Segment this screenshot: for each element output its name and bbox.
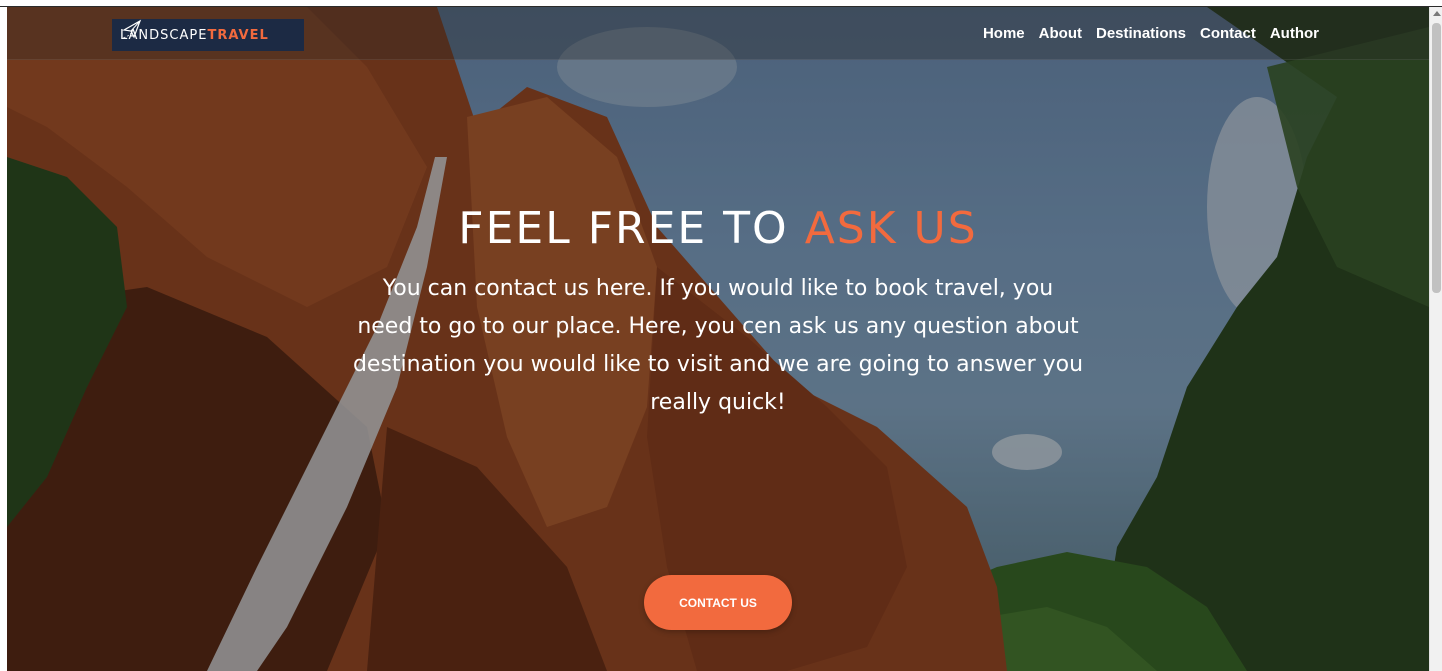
paper-plane-icon: [122, 19, 142, 39]
hero-section: LANDSCAPE TRAVEL Home About Destinations…: [7, 7, 1429, 671]
window-top-border: [0, 0, 1442, 7]
scroll-up-arrow-icon[interactable]: [1433, 11, 1441, 16]
nav-link-author[interactable]: Author: [1270, 25, 1319, 42]
main-nav: Home About Destinations Contact Author: [983, 25, 1319, 42]
hero-title-white: FEEL FREE TO: [458, 203, 789, 254]
page: LANDSCAPE TRAVEL Home About Destinations…: [0, 0, 1442, 671]
nav-link-about[interactable]: About: [1039, 25, 1082, 42]
hero-title-accent: ASK US: [804, 203, 978, 254]
scrollbar-thumb[interactable]: [1432, 23, 1441, 293]
hero-description: You can contact us here. If you would li…: [352, 276, 1084, 415]
scrollbar[interactable]: [1429, 7, 1442, 671]
logo-text-travel: TRAVEL: [207, 27, 269, 43]
contact-us-button[interactable]: CONTACT US: [644, 575, 792, 630]
nav-link-contact[interactable]: Contact: [1200, 25, 1256, 42]
nav-link-destinations[interactable]: Destinations: [1096, 25, 1186, 42]
site-logo[interactable]: LANDSCAPE TRAVEL: [112, 19, 304, 51]
nav-link-home[interactable]: Home: [983, 25, 1025, 42]
top-navbar: LANDSCAPE TRAVEL Home About Destinations…: [7, 7, 1429, 60]
hero-title: FEEL FREE TO ASK US: [7, 203, 1429, 254]
